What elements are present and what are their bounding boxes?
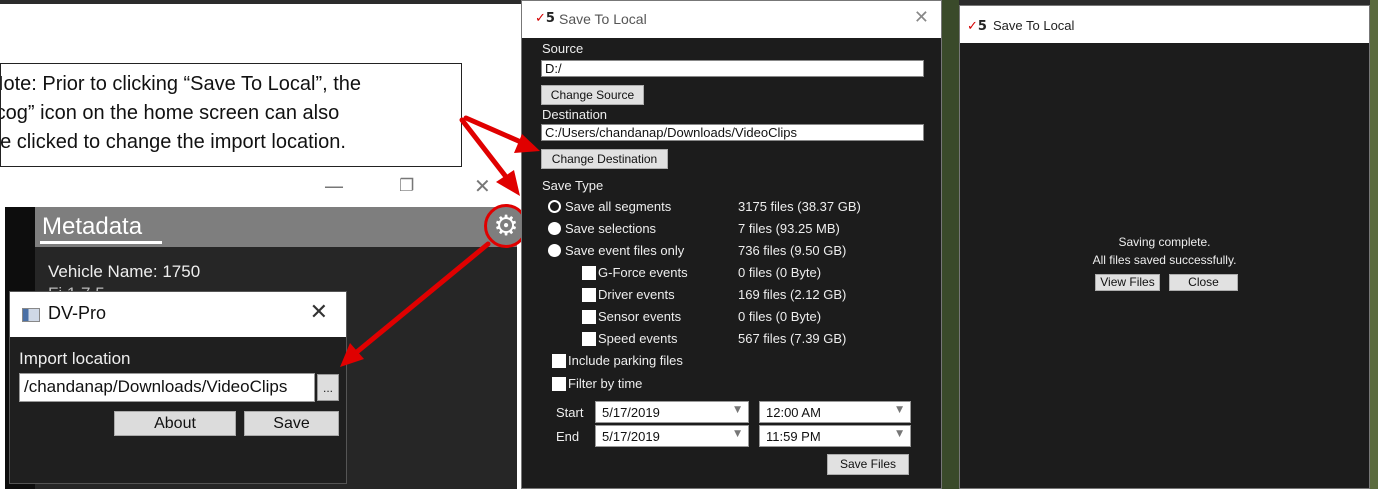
complete-dialog-titlebar: ✓5 Save To Local bbox=[960, 6, 1369, 43]
dvpro-dialog: DV-Pro ✕ Import location /chandanap/Down… bbox=[9, 291, 347, 484]
app-logo-icon: ✓5 bbox=[535, 11, 555, 26]
save-all-radio[interactable] bbox=[548, 200, 561, 213]
save-all-count: 3175 files (38.37 GB) bbox=[738, 199, 861, 214]
window-icon bbox=[22, 308, 40, 322]
note-callout: Note: Prior to clicking “Save To Local”,… bbox=[0, 63, 462, 167]
note-line-2: “cog” icon on the home screen can also bbox=[0, 102, 340, 124]
background-top-edge bbox=[0, 0, 521, 4]
start-time-dropdown[interactable]: 12:00 AM ▼ bbox=[759, 401, 911, 423]
note-line-3: be clicked to change the import location… bbox=[0, 131, 346, 153]
chevron-down-icon: ▼ bbox=[896, 429, 903, 439]
destination-label: Destination bbox=[542, 107, 608, 122]
speed-events-checkbox[interactable] bbox=[582, 332, 596, 346]
app-logo-icon: ✓5 bbox=[967, 19, 987, 34]
background-gap bbox=[942, 0, 959, 489]
main-window-titlebar bbox=[0, 167, 520, 207]
about-button[interactable]: About bbox=[114, 411, 236, 436]
window-close-icon[interactable]: ✕ bbox=[474, 174, 491, 198]
save-to-local-dialog: ✓5 Save To Local ✕ Source D:/ Change Sou… bbox=[521, 0, 942, 489]
metadata-title: Metadata bbox=[42, 213, 143, 240]
include-parking-checkbox[interactable] bbox=[552, 354, 566, 368]
close-icon[interactable]: ✕ bbox=[914, 7, 929, 28]
close-button[interactable]: Close bbox=[1169, 274, 1238, 291]
dvpro-title: DV-Pro bbox=[48, 303, 107, 323]
start-date-value: 5/17/2019 bbox=[602, 405, 660, 420]
import-location-input[interactable]: /chandanap/Downloads/VideoClips bbox=[19, 373, 315, 402]
chevron-down-icon: ▼ bbox=[734, 405, 741, 415]
source-field[interactable]: D:/ bbox=[541, 60, 924, 77]
sensor-events-checkbox[interactable] bbox=[582, 310, 596, 324]
save-events-count: 736 files (9.50 GB) bbox=[738, 243, 847, 258]
minimize-icon[interactable]: — bbox=[324, 174, 344, 198]
metadata-underline bbox=[40, 241, 162, 244]
sensor-events-count: 0 files (0 Byte) bbox=[738, 309, 822, 324]
speed-events-label: Speed events bbox=[598, 331, 678, 346]
import-location-label: Import location bbox=[19, 349, 131, 368]
speed-events-count: 567 files (7.39 GB) bbox=[738, 331, 847, 346]
save-events-radio[interactable] bbox=[548, 244, 561, 257]
gforce-checkbox[interactable] bbox=[582, 266, 596, 280]
save-complete-dialog: ✓5 Save To Local Saving complete. All fi… bbox=[959, 5, 1370, 489]
save-all-label: Save all segments bbox=[565, 199, 672, 214]
end-time-value: 11:59 PM bbox=[766, 429, 821, 444]
complete-dialog-title: Save To Local bbox=[993, 18, 1075, 33]
start-date-dropdown[interactable]: 5/17/2019 ▼ bbox=[595, 401, 749, 423]
driver-events-checkbox[interactable] bbox=[582, 288, 596, 302]
note-line-1: Note: Prior to clicking “Save To Local”,… bbox=[0, 73, 362, 95]
filter-by-time-label: Filter by time bbox=[568, 376, 643, 391]
save-dialog-titlebar: ✓5 Save To Local ✕ bbox=[522, 1, 941, 38]
browse-button[interactable]: ... bbox=[317, 374, 339, 401]
end-label: End bbox=[556, 429, 580, 444]
driver-events-label: Driver events bbox=[598, 287, 675, 302]
close-icon[interactable]: ✕ bbox=[310, 300, 328, 325]
save-selections-label: Save selections bbox=[565, 221, 657, 236]
end-time-dropdown[interactable]: 11:59 PM ▼ bbox=[759, 425, 911, 447]
start-label: Start bbox=[556, 405, 584, 420]
maximize-icon[interactable]: ❐ bbox=[399, 176, 414, 196]
end-date-dropdown[interactable]: 5/17/2019 ▼ bbox=[595, 425, 749, 447]
view-files-button[interactable]: View Files bbox=[1095, 274, 1160, 291]
vehicle-name: Vehicle Name: 1750 bbox=[48, 262, 201, 281]
source-label: Source bbox=[542, 41, 584, 56]
save-dialog-title: Save To Local bbox=[559, 11, 647, 27]
save-type-label: Save Type bbox=[542, 178, 604, 193]
destination-field[interactable]: C:/Users/chandanap/Downloads/VideoClips bbox=[541, 124, 924, 141]
gforce-count: 0 files (0 Byte) bbox=[738, 265, 822, 280]
save-button[interactable]: Save bbox=[244, 411, 339, 436]
save-selections-count: 7 files (93.25 MB) bbox=[738, 221, 840, 236]
gear-icon: ⚙ bbox=[493, 209, 519, 242]
start-time-value: 12:00 AM bbox=[766, 405, 821, 420]
save-selections-radio[interactable] bbox=[548, 222, 561, 235]
save-events-label: Save event files only bbox=[565, 243, 685, 258]
change-source-button[interactable]: Change Source bbox=[541, 85, 644, 105]
include-parking-label: Include parking files bbox=[568, 353, 683, 368]
background-edge bbox=[1370, 0, 1378, 489]
chevron-down-icon: ▼ bbox=[896, 405, 903, 415]
sensor-events-label: Sensor events bbox=[598, 309, 682, 324]
driver-events-count: 169 files (2.12 GB) bbox=[738, 287, 847, 302]
chevron-down-icon: ▼ bbox=[734, 429, 741, 439]
gforce-label: G-Force events bbox=[598, 265, 688, 280]
end-date-value: 5/17/2019 bbox=[602, 429, 660, 444]
saving-complete-message: Saving complete. bbox=[1118, 235, 1211, 249]
change-destination-button[interactable]: Change Destination bbox=[541, 149, 668, 169]
filter-by-time-checkbox[interactable] bbox=[552, 377, 566, 391]
saved-successfully-message: All files saved successfully. bbox=[1092, 253, 1237, 267]
save-files-button[interactable]: Save Files bbox=[827, 454, 909, 475]
dvpro-titlebar: DV-Pro ✕ bbox=[10, 292, 346, 337]
